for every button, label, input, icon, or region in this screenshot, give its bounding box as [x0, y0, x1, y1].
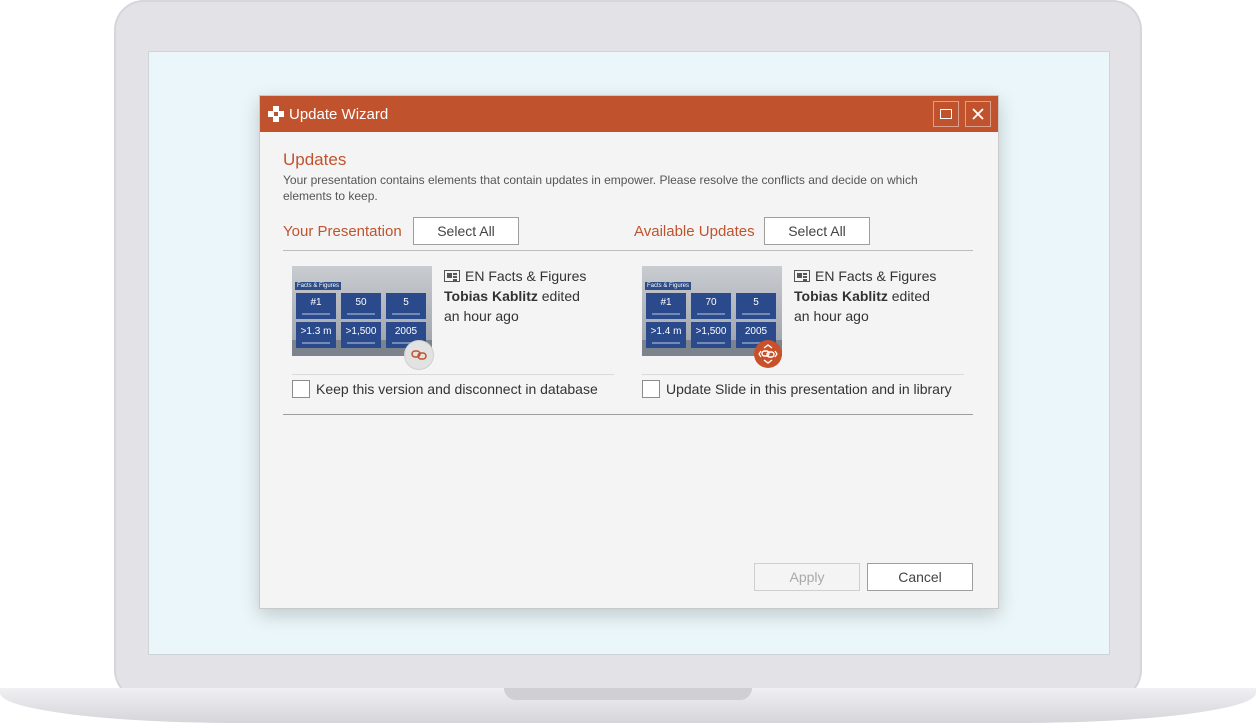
sync-link-icon[interactable]	[754, 340, 782, 368]
window-title: Update Wizard	[289, 106, 389, 123]
your-presentation-heading: Your Presentation	[283, 223, 402, 240]
author-name: Tobias Kablitz	[794, 288, 888, 304]
available-update-card: Facts & Figures #1 70 5 >1.4 m >1,500 20…	[634, 266, 964, 406]
thumbnail-tile: #1	[646, 293, 686, 319]
app-logo-icon	[268, 106, 284, 122]
close-icon	[972, 108, 984, 120]
updates-heading: Updates	[283, 150, 347, 169]
slide-icon	[794, 270, 810, 282]
doc-name: EN Facts & Figures	[465, 268, 587, 284]
header-divider	[283, 250, 973, 251]
update-wizard-dialog: Update Wizard Updates Your presentation …	[259, 95, 999, 609]
title-bar: Update Wizard	[260, 96, 998, 132]
thumbnail-tile: #1	[296, 293, 336, 319]
thumbnail-tile: >1,500	[341, 322, 381, 348]
item-meta: EN Facts & Figures Tobias Kablitz edited…	[444, 266, 604, 326]
thumbnail-tag: Facts & Figures	[295, 282, 341, 290]
maximize-icon	[940, 109, 952, 119]
available-updates-heading: Available Updates	[634, 223, 755, 240]
sync-link-glyph	[758, 344, 778, 364]
thumbnail-tile: >1,500	[691, 322, 731, 348]
thumbnail-tile: 5	[386, 293, 426, 319]
keep-version-checkbox[interactable]	[292, 380, 310, 398]
close-button[interactable]	[965, 101, 991, 127]
card-divider	[642, 374, 964, 375]
thumbnail-tile: 70	[691, 293, 731, 319]
slide-icon	[444, 270, 460, 282]
list-bottom-divider	[283, 414, 973, 415]
doc-name: EN Facts & Figures	[815, 268, 937, 284]
your-presentation-card: Facts & Figures #1 50 5 >1.3 m >1,500 20…	[284, 266, 614, 406]
author-name: Tobias Kablitz	[444, 288, 538, 304]
keep-version-label[interactable]: Keep this version and disconnect in data…	[316, 381, 598, 397]
edit-action: edited	[891, 288, 930, 304]
item-meta: EN Facts & Figures Tobias Kablitz edited…	[794, 266, 954, 326]
thumbnail-tag: Facts & Figures	[645, 282, 691, 290]
apply-button[interactable]: Apply	[754, 563, 860, 591]
edit-time: an hour ago	[794, 308, 869, 324]
link-glyph	[411, 350, 427, 360]
update-slide-checkbox[interactable]	[642, 380, 660, 398]
edit-time: an hour ago	[444, 308, 519, 324]
laptop-notch	[504, 688, 752, 700]
select-all-right-button[interactable]: Select All	[764, 217, 870, 245]
card-divider	[292, 374, 614, 375]
select-all-left-button[interactable]: Select All	[413, 217, 519, 245]
updates-description: Your presentation contains elements that…	[283, 173, 918, 203]
maximize-button[interactable]	[933, 101, 959, 127]
edit-action: edited	[541, 288, 580, 304]
link-icon[interactable]	[404, 340, 434, 370]
update-slide-label[interactable]: Update Slide in this presentation and in…	[666, 381, 952, 397]
thumbnail-tile: 5	[736, 293, 776, 319]
thumbnail-tile: 50	[341, 293, 381, 319]
thumbnail-tile: >1.4 m	[646, 322, 686, 348]
thumbnail-tile: >1.3 m	[296, 322, 336, 348]
cancel-button[interactable]: Cancel	[867, 563, 973, 591]
